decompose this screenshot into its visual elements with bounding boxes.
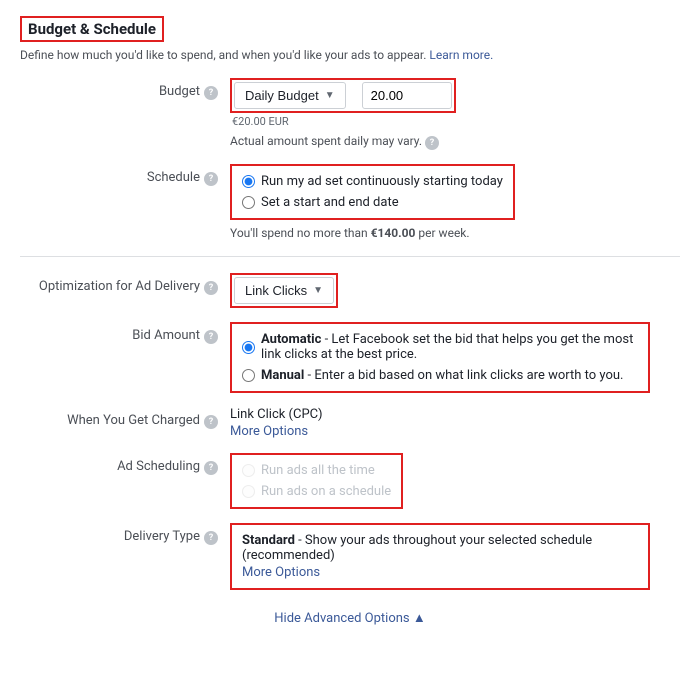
- delivery-type-label: Delivery Type ?: [20, 523, 230, 545]
- divider: [20, 256, 680, 257]
- learn-more-link[interactable]: Learn more.: [429, 48, 493, 62]
- delivery-type-content: Standard - Show your ads throughout your…: [230, 523, 680, 590]
- schedule-row: Schedule ? Run my ad set continuously st…: [20, 164, 680, 240]
- schedule-radio-dates[interactable]: [242, 196, 255, 209]
- bid-amount-label: Bid Amount ?: [20, 322, 230, 344]
- budget-content: Daily Budget ▼ €20.00 EUR Actual amount …: [230, 78, 680, 150]
- charged-content: Link Click (CPC) More Options: [230, 407, 680, 439]
- ad-scheduling-always-radio: [242, 464, 255, 477]
- optimization-row: Optimization for Ad Delivery ? Link Clic…: [20, 273, 680, 308]
- bid-amount-info-icon[interactable]: ?: [204, 330, 218, 344]
- section-desc: Define how much you'd like to spend, and…: [20, 48, 680, 62]
- bid-automatic-radio[interactable]: [242, 341, 255, 354]
- ad-scheduling-always: Run ads all the time: [242, 463, 391, 478]
- schedule-radio-continuous[interactable]: [242, 175, 255, 188]
- budget-amount-input[interactable]: [362, 82, 452, 109]
- ad-scheduling-info-icon[interactable]: ?: [204, 461, 218, 475]
- optimization-label: Optimization for Ad Delivery ?: [20, 273, 230, 295]
- ad-scheduling-schedule-radio: [242, 485, 255, 498]
- delivery-type-info-icon[interactable]: ?: [204, 531, 218, 545]
- bid-amount-content: Automatic - Let Facebook set the bid tha…: [230, 322, 680, 393]
- schedule-radio-group: Run my ad set continuously starting toda…: [230, 164, 515, 220]
- ad-scheduling-row: Ad Scheduling ? Run ads all the time Run…: [20, 453, 680, 509]
- charged-value: Link Click (CPC): [230, 407, 680, 422]
- budget-info-icon[interactable]: ?: [204, 86, 218, 100]
- bid-manual-radio[interactable]: [242, 369, 255, 382]
- vary-info-icon[interactable]: ?: [425, 136, 439, 150]
- optimization-info-icon[interactable]: ?: [204, 281, 218, 295]
- charged-more-options-link[interactable]: More Options: [230, 424, 680, 439]
- bid-manual-option[interactable]: Manual - Enter a bid based on what link …: [242, 368, 638, 383]
- ad-scheduling-label: Ad Scheduling ?: [20, 453, 230, 475]
- bid-amount-row: Bid Amount ? Automatic - Let Facebook se…: [20, 322, 680, 393]
- ad-scheduling-options: Run ads all the time Run ads on a schedu…: [230, 453, 403, 509]
- weekly-note: You'll spend no more than €140.00 per we…: [230, 226, 680, 240]
- budget-input-group: Daily Budget ▼: [230, 78, 456, 113]
- schedule-info-icon[interactable]: ?: [204, 172, 218, 186]
- schedule-content: Run my ad set continuously starting toda…: [230, 164, 680, 240]
- delivery-more-options-link[interactable]: More Options: [242, 565, 638, 580]
- charged-info-icon[interactable]: ?: [204, 415, 218, 429]
- schedule-option-continuous[interactable]: Run my ad set continuously starting toda…: [242, 174, 503, 189]
- bid-automatic-option[interactable]: Automatic - Let Facebook set the bid tha…: [242, 332, 638, 362]
- vary-note: Actual amount spent daily may vary. ?: [230, 134, 680, 150]
- budget-dropdown-button[interactable]: Daily Budget ▼: [234, 82, 346, 109]
- ad-scheduling-content: Run ads all the time Run ads on a schedu…: [230, 453, 680, 509]
- hide-advanced-options-link[interactable]: Hide Advanced Options ▲: [20, 610, 680, 626]
- delivery-type-text: Standard - Show your ads throughout your…: [242, 533, 638, 563]
- charged-row: When You Get Charged ? Link Click (CPC) …: [20, 407, 680, 439]
- budget-row: Budget ? Daily Budget ▼ €20.00 EUR Actua…: [20, 78, 680, 150]
- charged-label: When You Get Charged ?: [20, 407, 230, 429]
- optimization-dropdown-arrow: ▼: [313, 285, 323, 296]
- optimization-content: Link Clicks ▼: [230, 273, 680, 308]
- delivery-type-box: Standard - Show your ads throughout your…: [230, 523, 650, 590]
- delivery-type-row: Delivery Type ? Standard - Show your ads…: [20, 523, 680, 590]
- schedule-label: Schedule ?: [20, 164, 230, 186]
- optimization-dropdown-wrapper: Link Clicks ▼: [230, 273, 338, 308]
- ad-scheduling-schedule: Run ads on a schedule: [242, 484, 391, 499]
- bid-manual-text: Manual - Enter a bid based on what link …: [261, 368, 623, 383]
- bid-amount-options: Automatic - Let Facebook set the bid tha…: [230, 322, 650, 393]
- budget-dropdown-arrow: ▼: [325, 90, 335, 101]
- optimization-dropdown-button[interactable]: Link Clicks ▼: [234, 277, 334, 304]
- schedule-option-dates[interactable]: Set a start and end date: [242, 195, 503, 210]
- section-title: Budget & Schedule: [20, 16, 164, 42]
- budget-eur-note: €20.00 EUR: [232, 115, 680, 128]
- budget-label: Budget ?: [20, 78, 230, 100]
- bid-automatic-text: Automatic - Let Facebook set the bid tha…: [261, 332, 638, 362]
